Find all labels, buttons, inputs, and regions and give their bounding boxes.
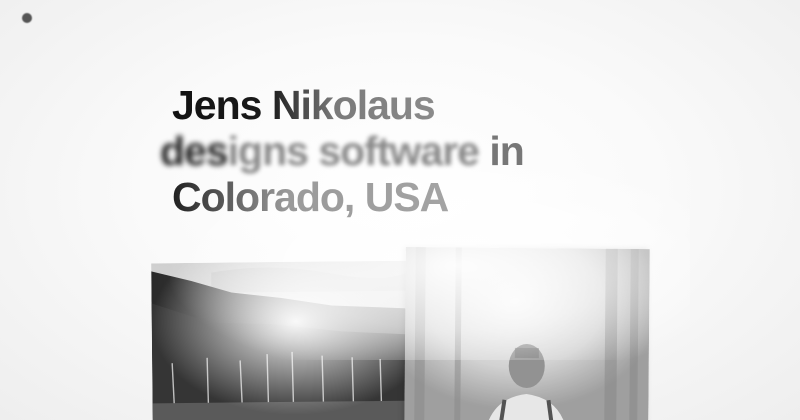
landscape-photo <box>151 260 415 420</box>
menu-dot-icon[interactable] <box>22 13 32 23</box>
headline-line-3: Colorado, USA <box>160 174 524 220</box>
hero-headline: Jens Nikolaus designs software in Colora… <box>160 82 525 220</box>
page-stage: Jens Nikolaus designs software in Colora… <box>0 0 800 420</box>
portrait-photo <box>404 246 650 420</box>
portrait-photo-image <box>404 246 650 420</box>
headline-line-2-b: igns softwa <box>227 128 444 174</box>
headline-line-2-a: des <box>160 128 229 174</box>
headline-line-1: Jens Nikolaus <box>160 82 524 128</box>
headline-line-2-d: in <box>478 128 524 174</box>
landscape-photo-image <box>151 260 415 420</box>
headline-line-2: designs software in <box>160 128 525 174</box>
headline-line-2-c: re <box>442 128 480 174</box>
